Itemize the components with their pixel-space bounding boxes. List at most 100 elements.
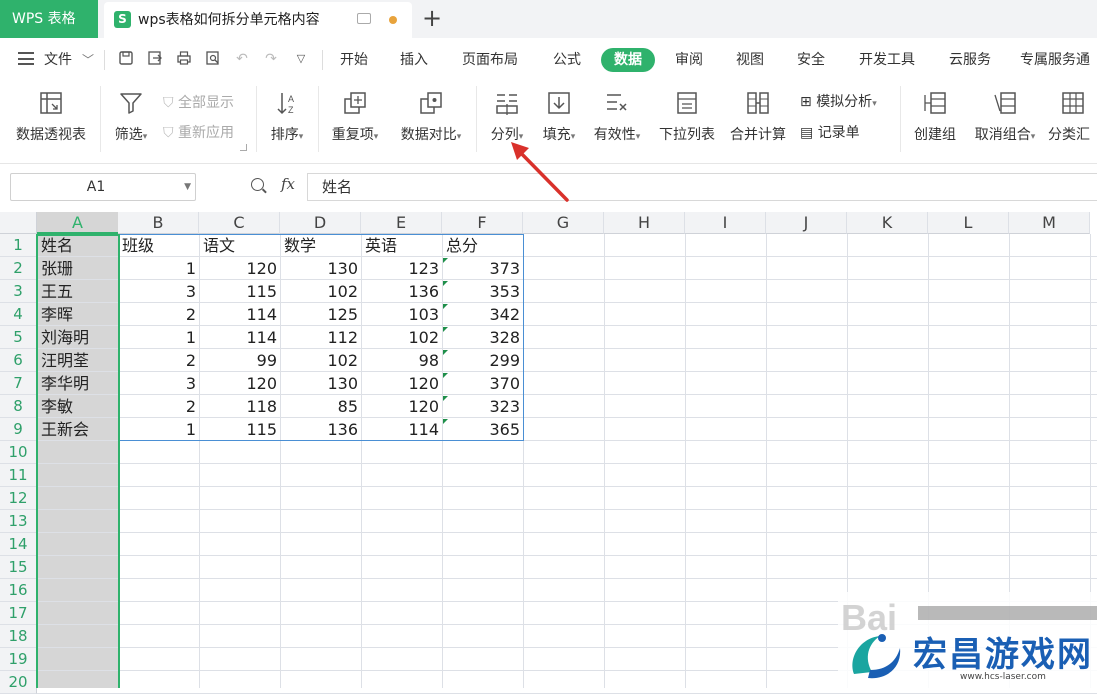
- data-cell[interactable]: 120: [361, 372, 442, 395]
- name-box[interactable]: A1 ▼: [10, 173, 196, 201]
- validity-button[interactable]: 有效性▾: [588, 90, 646, 144]
- column-header-e[interactable]: E: [361, 212, 442, 234]
- data-cell[interactable]: 115: [199, 418, 280, 441]
- row-header-5[interactable]: 5: [0, 326, 37, 349]
- data-cell[interactable]: 3: [118, 280, 199, 303]
- data-cell[interactable]: 118: [199, 395, 280, 418]
- data-cell[interactable]: 353: [442, 280, 523, 303]
- data-cell[interactable]: 365: [442, 418, 523, 441]
- column-header-j[interactable]: J: [766, 212, 847, 234]
- pivot-table-button[interactable]: 数据透视表: [10, 90, 92, 144]
- row-header-4[interactable]: 4: [0, 303, 37, 326]
- document-tab[interactable]: S wps表格如何拆分单元格内容: [104, 2, 412, 38]
- data-cell[interactable]: 114: [361, 418, 442, 441]
- data-cell[interactable]: 114: [199, 303, 280, 326]
- fill-button[interactable]: 填充▾: [537, 90, 581, 144]
- column-header-g[interactable]: G: [523, 212, 604, 234]
- menu-formulas[interactable]: 公式: [546, 48, 588, 72]
- hamburger-icon[interactable]: [18, 52, 34, 65]
- consolidate-button[interactable]: 合并计算: [727, 90, 789, 144]
- row-header-3[interactable]: 3: [0, 280, 37, 303]
- menu-review[interactable]: 审阅: [668, 48, 710, 72]
- column-header-m[interactable]: M: [1009, 212, 1090, 234]
- column-header-a[interactable]: A: [37, 212, 119, 234]
- row-header-20[interactable]: 20: [0, 671, 37, 694]
- menu-insert[interactable]: 插入: [393, 48, 435, 72]
- data-cell[interactable]: 328: [442, 326, 523, 349]
- duplicates-button[interactable]: 重复项▾: [324, 90, 386, 144]
- row-header-16[interactable]: 16: [0, 579, 37, 602]
- ungroup-button[interactable]: 取消组合▾: [968, 90, 1042, 144]
- data-cell[interactable]: 102: [361, 326, 442, 349]
- split-column-button[interactable]: 分列▾: [485, 90, 529, 144]
- data-cell[interactable]: 114: [199, 326, 280, 349]
- data-compare-button[interactable]: 数据对比▾: [393, 90, 469, 144]
- column-header-h[interactable]: H: [604, 212, 685, 234]
- data-cell[interactable]: 1: [118, 257, 199, 280]
- row-header-12[interactable]: 12: [0, 487, 37, 510]
- unsaved-dot-icon[interactable]: [389, 16, 397, 24]
- column-header-d[interactable]: D: [280, 212, 361, 234]
- data-cell[interactable]: 115: [199, 280, 280, 303]
- menu-data[interactable]: 数据: [601, 48, 655, 72]
- data-cell[interactable]: 373: [442, 257, 523, 280]
- menu-cloud-services[interactable]: 云服务: [942, 48, 998, 72]
- column-header-l[interactable]: L: [928, 212, 1009, 234]
- column-header-f[interactable]: F: [442, 212, 523, 234]
- header-cell[interactable]: 语文: [199, 234, 280, 257]
- data-cell[interactable]: 2: [118, 349, 199, 372]
- redo-icon[interactable]: ↷: [262, 50, 280, 68]
- menu-developer-tools[interactable]: 开发工具: [851, 48, 923, 72]
- data-cell[interactable]: 130: [280, 257, 361, 280]
- data-cell[interactable]: 370: [442, 372, 523, 395]
- data-cell[interactable]: 99: [199, 349, 280, 372]
- row-header-6[interactable]: 6: [0, 349, 37, 372]
- row-header-8[interactable]: 8: [0, 395, 37, 418]
- row-header-2[interactable]: 2: [0, 257, 37, 280]
- menu-security[interactable]: 安全: [790, 48, 832, 72]
- data-cell[interactable]: 120: [199, 257, 280, 280]
- column-header-c[interactable]: C: [199, 212, 280, 234]
- data-cell[interactable]: 136: [361, 280, 442, 303]
- what-if-analysis-button[interactable]: ⊞ 模拟分析▾: [800, 91, 877, 111]
- row-header-7[interactable]: 7: [0, 372, 37, 395]
- row-header-19[interactable]: 19: [0, 648, 37, 671]
- export-icon[interactable]: [146, 50, 164, 68]
- header-cell[interactable]: 数学: [280, 234, 361, 257]
- sort-button[interactable]: AZ 排序▾: [264, 90, 310, 144]
- header-cell[interactable]: 英语: [361, 234, 442, 257]
- print-icon[interactable]: [175, 50, 193, 68]
- data-cell[interactable]: 342: [442, 303, 523, 326]
- menu-file[interactable]: 文件: [44, 38, 72, 82]
- app-tab[interactable]: WPS 表格: [0, 0, 98, 38]
- record-form-button[interactable]: ▤ 记录单: [800, 122, 860, 142]
- reapply-button[interactable]: ⛉ 重新应用: [163, 122, 234, 142]
- monitor-icon[interactable]: [357, 13, 371, 24]
- row-header-15[interactable]: 15: [0, 556, 37, 579]
- menu-exclusive-services[interactable]: 专属服务通: [1020, 48, 1097, 72]
- data-cell[interactable]: 120: [199, 372, 280, 395]
- data-cell[interactable]: 299: [442, 349, 523, 372]
- row-header-10[interactable]: 10: [0, 441, 37, 464]
- data-cell[interactable]: 120: [361, 395, 442, 418]
- data-cell[interactable]: 136: [280, 418, 361, 441]
- dialog-launcher-icon[interactable]: [240, 144, 247, 151]
- header-cell[interactable]: 总分: [442, 234, 523, 257]
- menu-start[interactable]: 开始: [333, 48, 375, 72]
- row-header-17[interactable]: 17: [0, 602, 37, 625]
- create-group-button[interactable]: 创建组: [908, 90, 962, 144]
- menu-view[interactable]: 视图: [729, 48, 771, 72]
- save-icon[interactable]: [117, 50, 135, 68]
- data-cell[interactable]: 102: [280, 280, 361, 303]
- data-cell[interactable]: 98: [361, 349, 442, 372]
- column-header-i[interactable]: I: [685, 212, 766, 234]
- quick-access-dropdown-icon[interactable]: ▽: [292, 50, 310, 68]
- data-cell[interactable]: 2: [118, 395, 199, 418]
- subtotal-button[interactable]: 分类汇: [1048, 90, 1097, 144]
- data-cell[interactable]: 102: [280, 349, 361, 372]
- show-all-button[interactable]: ⛉ 全部显示: [163, 92, 234, 112]
- data-cell[interactable]: 3: [118, 372, 199, 395]
- formula-input[interactable]: 姓名: [307, 173, 1097, 201]
- chevron-down-icon[interactable]: ▼: [184, 174, 191, 200]
- row-header-14[interactable]: 14: [0, 533, 37, 556]
